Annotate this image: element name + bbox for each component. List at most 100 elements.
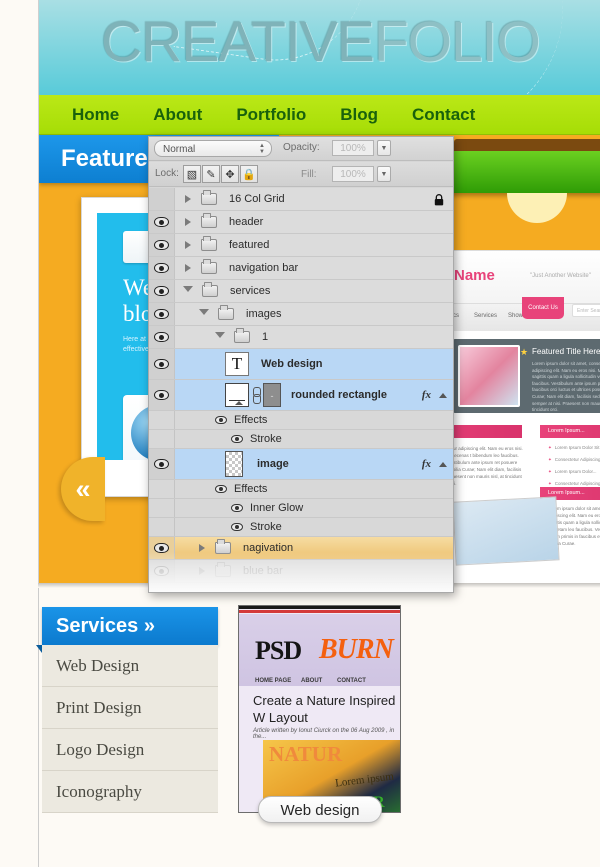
layer-name: header (229, 216, 264, 228)
opacity-input[interactable]: 100% (332, 140, 374, 156)
visibility-toggle[interactable] (149, 449, 175, 479)
star-icon: ★ (520, 347, 529, 357)
fill-input[interactable]: 100% (332, 166, 374, 182)
blend-mode-select[interactable]: Normal ▲ ▼ (154, 140, 272, 157)
folder-icon (234, 328, 250, 343)
services-item-web-design[interactable]: Web Design (42, 645, 218, 687)
fx-expand-chevron-icon[interactable] (439, 461, 447, 467)
eye-icon[interactable] (231, 523, 243, 531)
visibility-toggle[interactable] (149, 326, 175, 348)
thumb-logo-burn: BURN (319, 634, 394, 665)
visibility-toggle[interactable] (149, 257, 175, 279)
eye-icon[interactable] (215, 485, 227, 493)
eye-icon[interactable] (231, 504, 243, 512)
visibility-toggle[interactable] (149, 560, 175, 582)
chevron-right-icon[interactable] (199, 544, 205, 552)
preview-logo: Name (454, 267, 495, 284)
services-item-logo-design[interactable]: Logo Design (42, 729, 218, 771)
lock-image-pixels-icon[interactable]: ✎ (202, 165, 220, 183)
layer-row[interactable]: 1 (149, 326, 453, 349)
link-mask-icon[interactable] (252, 386, 261, 404)
visibility-toggle[interactable] (149, 211, 175, 233)
preview-list-item-0: Lorem Ipsum Dolor Sit Amet... (548, 445, 600, 451)
nav-item-contact[interactable]: Contact (395, 105, 492, 125)
layer-name: Stroke (250, 521, 282, 533)
visibility-toggle[interactable] (149, 234, 175, 256)
layer-row[interactable]: header (149, 211, 453, 234)
site-logo-secondary: FOLIO (373, 10, 541, 74)
nav-item-blog[interactable]: Blog (323, 105, 395, 125)
layer-row[interactable]: 16 Col Grid (149, 188, 453, 211)
chevron-right-icon[interactable] (185, 264, 191, 272)
photoshop-layers-panel[interactable]: Normal ▲ ▼ Opacity: 100% ▼ Lock: ▧ ✎ ✥ 🔒 … (148, 136, 454, 593)
services-item-iconography[interactable]: Iconography (42, 771, 218, 813)
visibility-toggle[interactable] (149, 188, 175, 210)
thumb-logo-psd: PSD (255, 636, 302, 665)
layer-effect-row[interactable]: Inner Glow (149, 499, 453, 518)
visibility-toggle[interactable] (149, 537, 175, 559)
chevron-right-icon[interactable] (199, 567, 205, 575)
fx-badge-icon[interactable]: fx (422, 458, 431, 470)
fill-chevron-down-icon[interactable]: ▼ (377, 166, 391, 182)
layer-row[interactable]: blue bar (149, 560, 453, 583)
visibility-toggle[interactable] (149, 349, 175, 379)
layer-name: Effects (234, 483, 268, 495)
layer-row[interactable]: image fx (149, 449, 453, 480)
fx-expand-chevron-icon[interactable] (439, 392, 447, 398)
site-main-nav[interactable]: Home About Portfolio Blog Contact (39, 95, 600, 135)
layer-effect-row[interactable]: Stroke (149, 518, 453, 537)
eye-icon (154, 263, 169, 273)
nav-item-portfolio[interactable]: Portfolio (219, 105, 323, 125)
lock-all-icon[interactable]: 🔒 (240, 165, 258, 183)
chevron-right-icon[interactable] (185, 195, 191, 203)
lock-position-icon[interactable]: ✥ (221, 165, 239, 183)
vector-mask-thumbnail-icon: - (263, 383, 281, 407)
eye-icon (154, 240, 169, 250)
visibility-toggle[interactable] (149, 380, 175, 410)
green-banner-shape (444, 139, 600, 193)
blend-mode-value: Normal (163, 144, 196, 155)
layer-row[interactable]: - rounded rectangle fx (149, 380, 453, 411)
chevron-updown-icon[interactable]: ▲ ▼ (257, 143, 267, 156)
layer-effects-row[interactable]: Effects (149, 480, 453, 499)
layer-effect-row[interactable]: Stroke (149, 430, 453, 449)
layer-row[interactable]: images (149, 303, 453, 326)
chevron-down-icon[interactable] (183, 286, 193, 296)
chevron-right-icon[interactable] (185, 218, 191, 226)
thumb-nav-item-1: ABOUT (301, 678, 323, 684)
layer-row[interactable]: services (149, 280, 453, 303)
services-heading[interactable]: Services » (36, 607, 218, 653)
layer-name: featured (229, 239, 270, 251)
nav-item-about[interactable]: About (136, 105, 219, 125)
chevron-down-icon[interactable] (199, 309, 209, 319)
eye-icon (154, 217, 169, 227)
eye-icon[interactable] (231, 435, 243, 443)
layer-row[interactable]: navigation bar (149, 257, 453, 280)
thumb-article-byline: Article written by Ionut Ciurck on the 0… (253, 728, 395, 740)
services-item-print-design[interactable]: Print Design (42, 687, 218, 729)
visibility-toggle[interactable] (149, 303, 175, 325)
folder-icon (202, 282, 218, 297)
layer-row[interactable]: featured (149, 234, 453, 257)
thumb-header: PSD BURN HOME PAGE ABOUT CONTACT (239, 614, 400, 686)
page-left-border (38, 588, 39, 867)
chevron-right-icon[interactable] (185, 241, 191, 249)
nav-item-home[interactable]: Home (55, 105, 136, 125)
fx-badge-icon[interactable]: fx (422, 389, 431, 401)
web-design-tooltip: Web design (258, 796, 382, 823)
eye-icon[interactable] (215, 416, 227, 424)
layer-row[interactable]: nagivation (149, 537, 453, 560)
eye-icon (154, 390, 169, 400)
layer-list[interactable]: 16 Col Grid header featured navigation b… (149, 188, 453, 592)
opacity-chevron-down-icon[interactable]: ▼ (377, 140, 391, 156)
prev-arrow-button[interactable]: « (61, 457, 105, 521)
layer-effects-row[interactable]: Effects (149, 411, 453, 430)
preview-featured-text: Lorem ipsum dolor sit amet, consectetur … (532, 361, 600, 413)
text-layer-thumbnail-icon: T (225, 352, 249, 376)
portfolio-screenshot-thumb[interactable]: PSD BURN HOME PAGE ABOUT CONTACT Create … (238, 605, 401, 813)
folder-icon (201, 190, 217, 205)
chevron-down-icon[interactable] (215, 332, 225, 342)
layer-row[interactable]: T Web design (149, 349, 453, 380)
lock-transparent-pixels-icon[interactable]: ▧ (183, 165, 201, 183)
visibility-toggle[interactable] (149, 280, 175, 302)
